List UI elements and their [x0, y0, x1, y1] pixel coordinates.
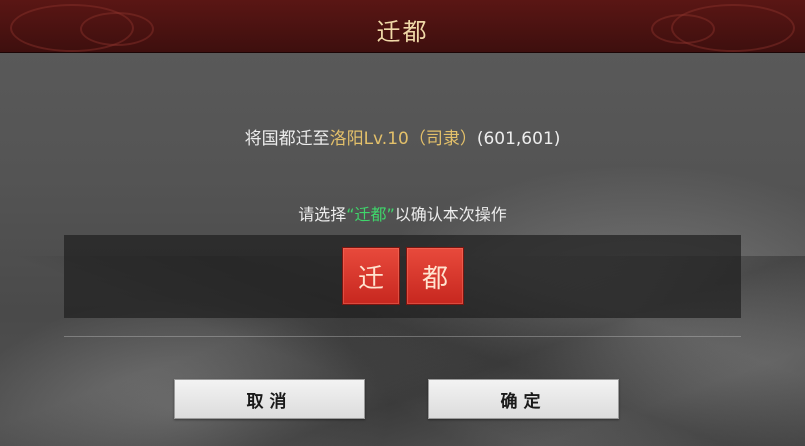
prompt-keyword: “迁都”	[346, 205, 395, 224]
relocate-capital-dialog: 迁都 将国都迁至洛阳Lv.10（司隶）(601,601) 请选择“迁都”以确认本…	[0, 0, 805, 446]
character-select-area: 迁 都	[64, 235, 741, 318]
destination-city: 洛阳Lv.10（司隶）	[329, 129, 477, 149]
destination-coords: (601,601)	[476, 129, 561, 149]
char-tile-du[interactable]: 都	[406, 247, 464, 305]
prompt-after: 以确认本次操作	[394, 205, 507, 224]
title-bar: 迁都	[0, 0, 805, 53]
info-prefix: 将国都迁至	[244, 129, 330, 149]
char-tile-qian[interactable]: 迁	[342, 247, 400, 305]
cancel-button[interactable]: 取消	[174, 379, 365, 419]
prompt-before: 请选择	[298, 205, 347, 224]
destination-info: 将国都迁至洛阳Lv.10（司隶）(601,601)	[0, 124, 805, 149]
dialog-title: 迁都	[376, 18, 429, 46]
character-tiles: 迁 都	[342, 247, 464, 305]
divider	[64, 336, 741, 337]
confirm-button[interactable]: 确定	[428, 379, 619, 419]
confirm-prompt: 请选择“迁都”以确认本次操作	[0, 201, 805, 225]
